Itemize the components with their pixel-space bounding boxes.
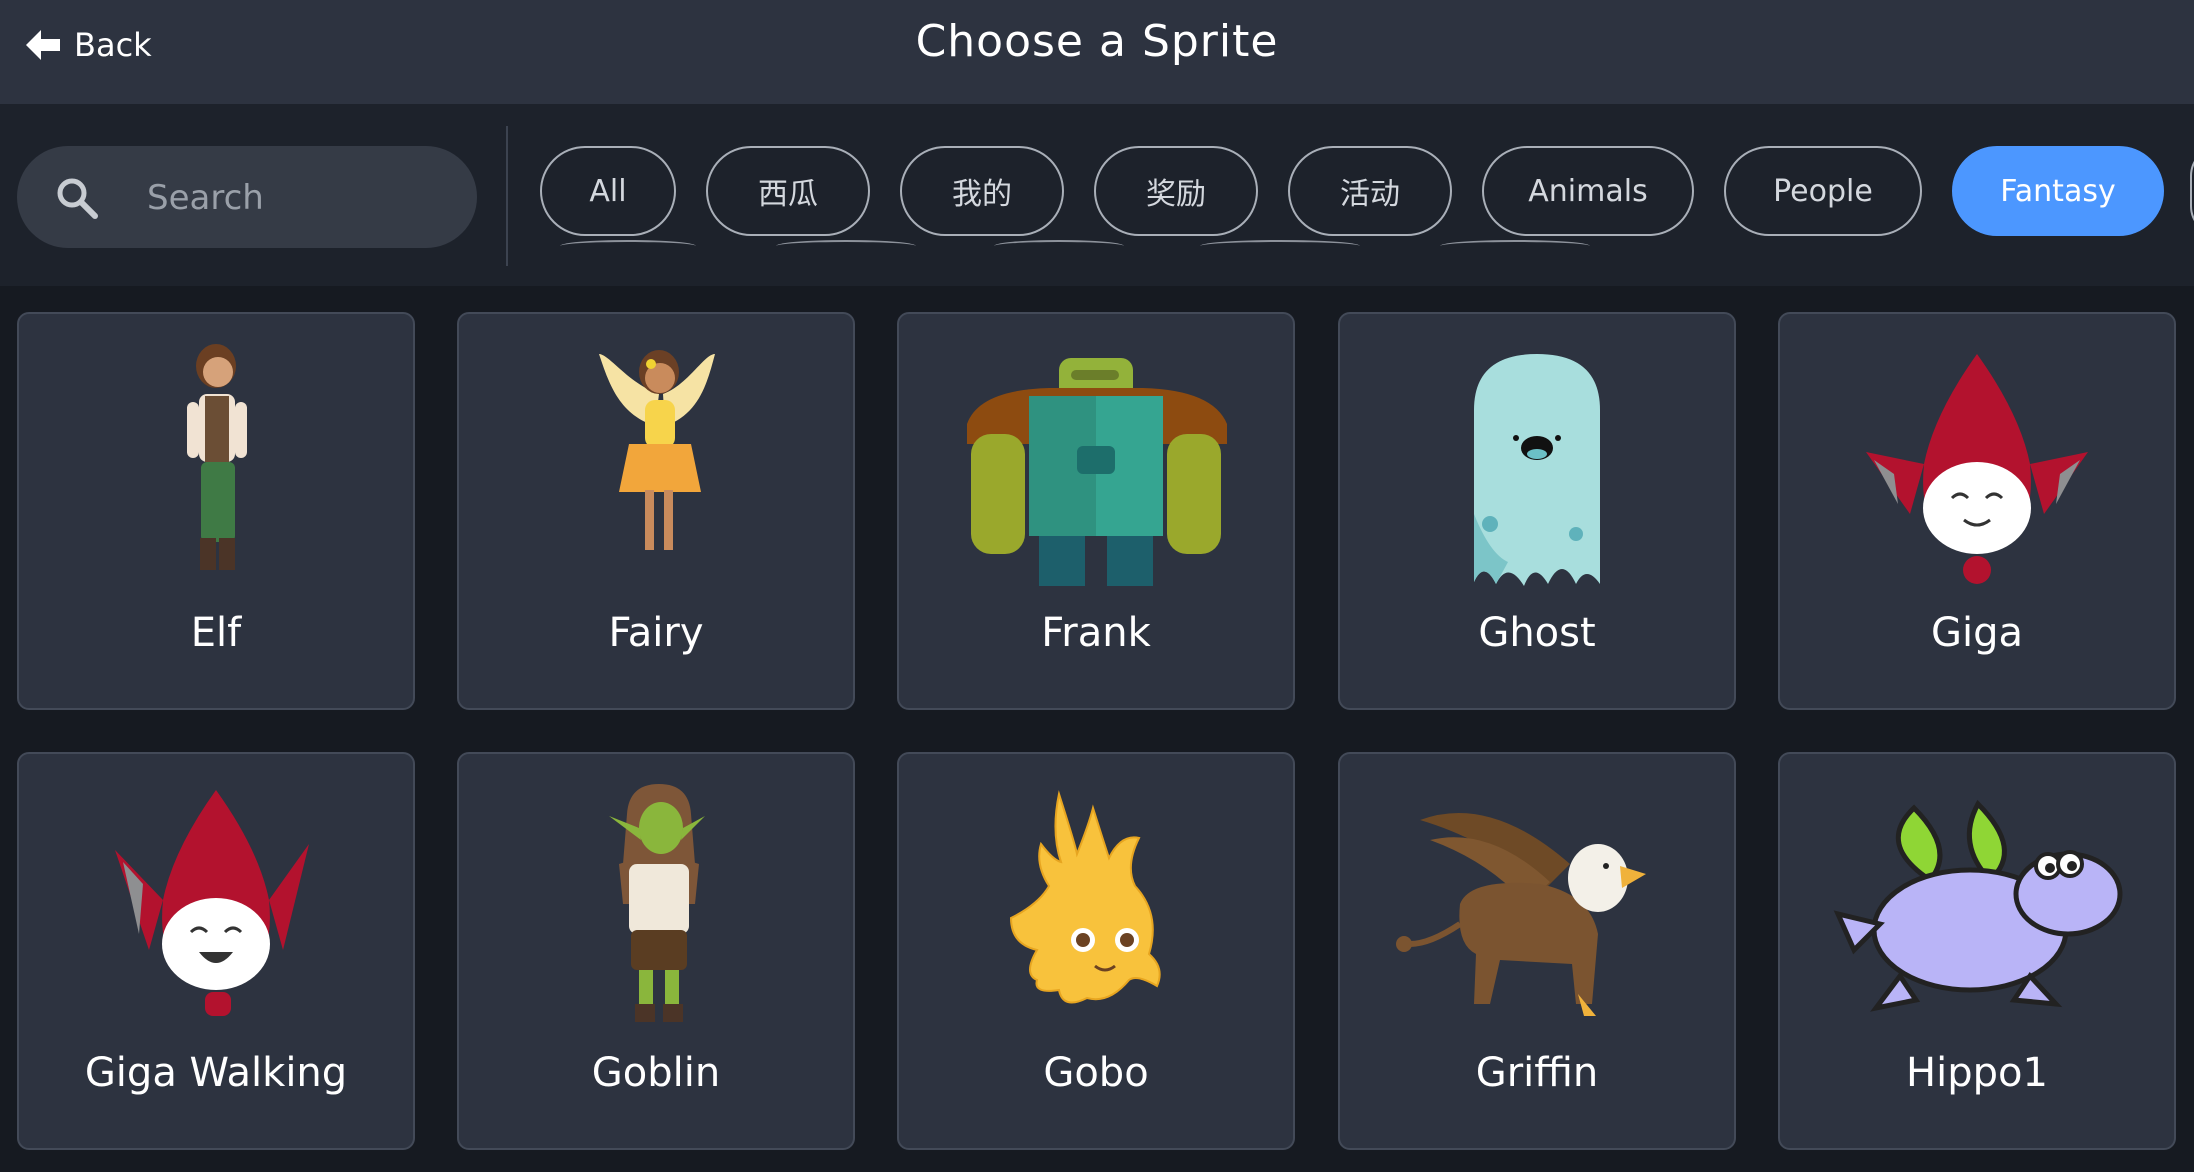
sprite-card-giga[interactable]: Giga (1778, 312, 2176, 710)
tag-all[interactable]: All (540, 146, 676, 236)
tag-label: Fantasy (2000, 173, 2116, 209)
ghost-icon (1474, 354, 1600, 586)
sprite-grid: Elf Fairy Frank Ghost Giga Giga Walking … (0, 286, 2194, 1172)
sprite-name: Fairy (608, 610, 704, 656)
tag-label: 活动 (1340, 177, 1400, 212)
tag-label: 我的 (952, 177, 1012, 212)
gobo-icon (1009, 790, 1161, 1004)
tag-next[interactable] (2190, 146, 2194, 236)
tag-label: All (589, 173, 627, 209)
page-title: Choose a Sprite (915, 16, 1279, 67)
sprite-name: Griffin (1475, 1050, 1599, 1096)
sprite-card-gobo[interactable]: Gobo (897, 752, 1295, 1150)
giga-walking-icon (115, 790, 309, 1016)
filter-bar: All 西瓜 我的 奖励 活动 Animals People Fantasy (0, 104, 2194, 286)
search-box[interactable] (17, 146, 477, 248)
elf-icon (187, 344, 247, 570)
divider (506, 126, 508, 266)
tag-label: 西瓜 (758, 177, 818, 212)
sprite-card-frank[interactable]: Frank (897, 312, 1295, 710)
giga-icon (1866, 354, 2088, 584)
hippo-icon (1833, 799, 2123, 1012)
search-input[interactable] (145, 170, 449, 226)
tag-events[interactable]: 活动 (1288, 146, 1452, 236)
tag-rewards[interactable]: 奖励 (1094, 146, 1258, 236)
tag-label: Animals (1528, 173, 1648, 209)
tag-people[interactable]: People (1724, 146, 1922, 236)
header: Back Choose a Sprite (0, 0, 2194, 104)
scroll-tag-edge (776, 240, 916, 252)
sprite-card-giga-walking[interactable]: Giga Walking (17, 752, 415, 1150)
sprite-name: Ghost (1478, 610, 1596, 656)
scroll-tag-edge (560, 240, 696, 252)
tag-fantasy[interactable]: Fantasy (1952, 146, 2164, 236)
sprite-name: Goblin (591, 1050, 721, 1096)
scroll-tag-edge (1200, 240, 1360, 252)
sprite-name: Giga Walking (84, 1050, 348, 1096)
sprite-name: Gobo (1043, 1050, 1149, 1096)
tag-label: 奖励 (1146, 177, 1206, 212)
goblin-icon (609, 784, 705, 1022)
griffin-icon (1396, 812, 1646, 1016)
sprite-name: Giga (1930, 610, 2023, 656)
sprite-card-fairy[interactable]: Fairy (457, 312, 855, 710)
fairy-icon (599, 350, 715, 550)
scroll-tag-edge (994, 240, 1124, 252)
tag-animals[interactable]: Animals (1482, 146, 1694, 236)
sprite-card-ghost[interactable]: Ghost (1338, 312, 1736, 710)
frank-icon (967, 358, 1227, 586)
sprite-card-hippo1[interactable]: Hippo1 (1778, 752, 2176, 1150)
search-icon (57, 178, 98, 219)
tag-xigua[interactable]: 西瓜 (706, 146, 870, 236)
sprite-name: Hippo1 (1906, 1050, 2048, 1096)
sprite-card-griffin[interactable]: Griffin (1338, 752, 1736, 1150)
sprite-card-elf[interactable]: Elf (17, 312, 415, 710)
sprite-name: Frank (1041, 610, 1151, 656)
sprite-name: Elf (190, 610, 242, 656)
tag-label: People (1773, 173, 1873, 209)
scroll-tag-edge (1440, 240, 1590, 252)
sprite-card-goblin[interactable]: Goblin (457, 752, 855, 1150)
tag-mine[interactable]: 我的 (900, 146, 1064, 236)
